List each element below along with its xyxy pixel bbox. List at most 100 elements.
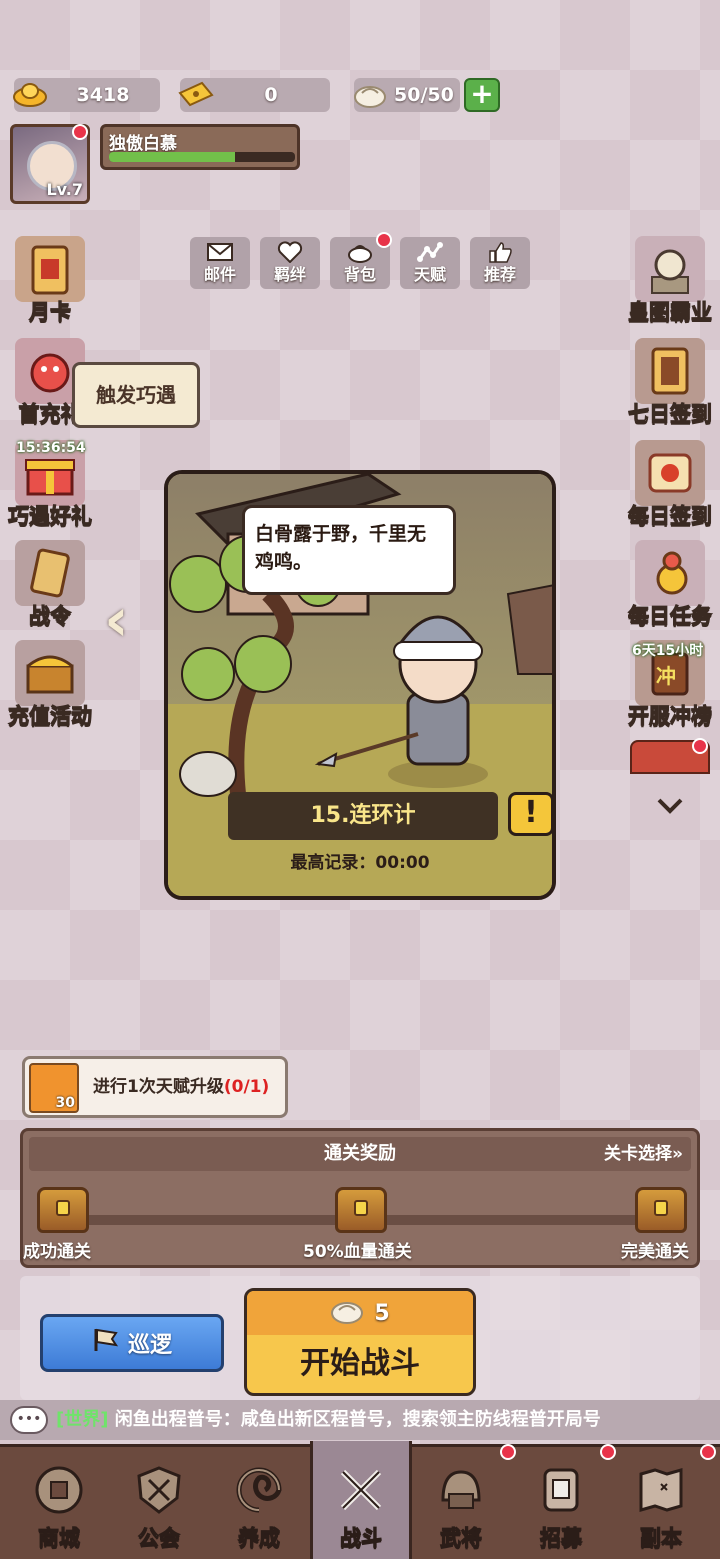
encounter-tooltip-text: 触发巧遇 [96, 383, 176, 407]
dungeon-notification-dot [700, 1444, 716, 1460]
quest-reward-count: 30 [55, 1095, 75, 1111]
nav-dungeon[interactable]: 副本 [610, 1447, 712, 1559]
reward-title: 通关奖励 [324, 1143, 396, 1164]
recharge-event-button[interactable]: 充值活动 [0, 640, 100, 736]
monthly-card-icon [15, 236, 85, 302]
stage-select-link[interactable]: 关卡选择» [604, 1137, 683, 1171]
stamina-amount: 50/50 [394, 84, 454, 106]
stamina-resource: 50/50 [354, 78, 460, 112]
chest-icon-clear[interactable] [37, 1187, 89, 1233]
add-stamina-button[interactable]: + [464, 78, 500, 112]
clear-reward-panel: 通关奖励 关卡选择» 成功通关 50%血量通关 完美通关 [20, 1128, 700, 1268]
monthly-card-label: 月卡 [29, 300, 72, 325]
start-battle-label: 开始战斗 [300, 1346, 420, 1381]
milestone-perfect-label: 完美通关 [621, 1242, 689, 1262]
best-record: 最高记录：00:00 [290, 853, 430, 873]
nav-battle-label: 战斗 [340, 1526, 383, 1551]
start-battle-button[interactable]: 5 开始战斗 [244, 1288, 476, 1396]
recruit-notification-dot [600, 1444, 616, 1460]
nav-generals[interactable]: 武将 [410, 1447, 512, 1559]
recommend-label: 推荐 [483, 265, 516, 284]
scroll-sign-icon [635, 440, 705, 506]
ticket-icon [176, 74, 216, 114]
nav-recruit[interactable]: 招募 [510, 1447, 612, 1559]
player-name: 独傲白慕 [109, 134, 177, 154]
generals-notification-dot [500, 1444, 516, 1460]
heart-icon [275, 239, 305, 265]
chest-icon-perfect[interactable] [635, 1187, 687, 1233]
imperial-dominion-button[interactable]: 皇图霸业 [620, 236, 720, 332]
monthly-card-button[interactable]: 月卡 [0, 236, 100, 332]
nav-shop-label: 商城 [38, 1526, 81, 1551]
talent-button[interactable]: 天赋 [400, 237, 460, 289]
gold-ingot-icon [10, 74, 50, 114]
avatar-notification-dot [72, 124, 88, 140]
previous-stage-arrow[interactable]: ‹ [104, 590, 154, 650]
ticket-resource: 0 [178, 78, 330, 112]
helmet-icon [431, 1462, 491, 1518]
launch-ranking-label: 开服冲榜 [628, 704, 713, 729]
daily-signin-button[interactable]: 每日签到 [620, 440, 720, 536]
mail-icon [205, 239, 235, 265]
nav-develop[interactable]: 养成 [208, 1447, 310, 1559]
bottom-nav: 商城 公会 养成 战斗 武将 招募 副本 [0, 1441, 720, 1559]
recharge-event-label: 充值活动 [8, 704, 93, 729]
coin-icon [29, 1462, 89, 1518]
lock-icon [354, 1200, 368, 1216]
lion-statue-icon [635, 236, 705, 302]
nav-battle[interactable]: 战斗 [310, 1441, 412, 1559]
nav-shop[interactable]: 商城 [8, 1447, 110, 1559]
mail-button[interactable]: 邮件 [190, 237, 250, 289]
gourd-icon [635, 540, 705, 606]
world-chat-bar[interactable]: ••• [世界] 闲鱼出程普号：咸鱼出新区程普号，搜索领主防线程普开局号 [0, 1400, 720, 1440]
ranking-timer: 6天15小时 [632, 643, 704, 659]
daily-task-label: 每日任务 [628, 604, 713, 629]
battle-pass-label: 战令 [29, 604, 72, 629]
daily-task-button[interactable]: 每日任务 [620, 540, 720, 636]
bun-icon [350, 74, 390, 114]
bag-notification-dot [376, 232, 392, 248]
encounter-tooltip: 触发巧遇 [72, 362, 200, 428]
imperial-dominion-label: 皇图霸业 [628, 300, 713, 325]
chevron-down-icon[interactable] [652, 790, 688, 820]
mail-label: 邮件 [203, 265, 236, 284]
daily-signin-label: 每日签到 [628, 504, 713, 529]
quest-text: 进行1次天赋升级 [93, 1077, 224, 1097]
exp-bar [109, 152, 295, 162]
battle-pass-button[interactable]: 战令 [0, 540, 100, 636]
gold-resource: 3418 [13, 78, 160, 112]
talent-icon [415, 239, 445, 265]
player-level: Lv.7 [46, 180, 83, 199]
quest-tracker[interactable]: 30 进行1次天赋升级(0/1) [22, 1056, 288, 1118]
encounter-timer: 15:36:54 [16, 440, 86, 456]
scroll-icon [15, 540, 85, 606]
guild-shield-icon [129, 1462, 189, 1518]
nav-dungeon-label: 副本 [640, 1526, 683, 1551]
quest-progress: (0/1) [223, 1077, 270, 1097]
ranking-badge: 冲 [656, 664, 676, 688]
reward-header: 通关奖励 关卡选择» [29, 1137, 691, 1171]
ticket-amount: 0 [264, 84, 278, 106]
nav-generals-label: 武将 [440, 1526, 483, 1551]
banner-icon [635, 338, 705, 404]
patrol-label: 巡逻 [127, 1333, 172, 1358]
recommend-button[interactable]: 推荐 [470, 237, 530, 289]
stage-info-button[interactable]: ! [508, 792, 552, 836]
stage-title: 15.连环计 [310, 803, 416, 828]
bond-label: 羁绊 [273, 265, 306, 284]
seven-day-signin-label: 七日签到 [628, 402, 713, 427]
chat-line: [世界] 闲鱼出程普号：咸鱼出新区程普号，搜索领主防线程普开局号 [56, 1400, 601, 1440]
patrol-button[interactable]: 巡逻 [40, 1314, 224, 1372]
bond-button[interactable]: 羁绊 [260, 237, 320, 289]
nav-guild[interactable]: 公会 [108, 1447, 210, 1559]
flag-icon [92, 1327, 120, 1359]
chat-message: 闲鱼出程普号：咸鱼出新区程普号，搜索领主防线程普开局号 [114, 1409, 601, 1430]
nav-develop-label: 养成 [238, 1526, 281, 1551]
nav-guild-label: 公会 [138, 1526, 181, 1551]
seven-day-signin-button[interactable]: 七日签到 [620, 338, 720, 434]
chest-icon-half-hp[interactable] [335, 1187, 387, 1233]
crossed-swords-icon [331, 1462, 391, 1518]
bag-label: 背包 [343, 265, 376, 284]
start-cost: 5 [374, 1300, 390, 1326]
bun-icon [330, 1298, 364, 1328]
